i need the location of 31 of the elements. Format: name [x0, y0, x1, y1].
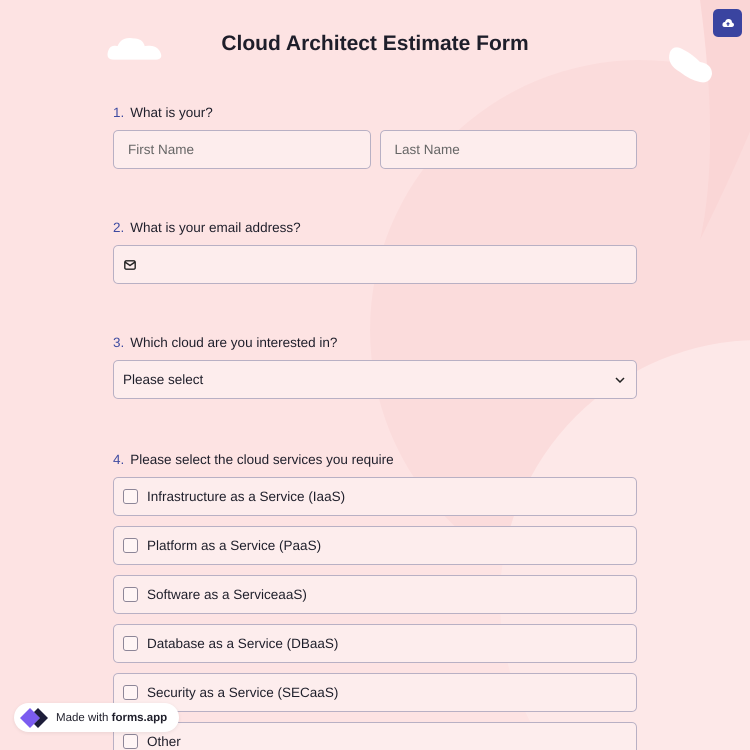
checkbox[interactable]	[123, 636, 138, 651]
question-label: What is your?	[130, 105, 213, 120]
made-with-badge[interactable]: Made with forms.app	[14, 703, 180, 732]
question-number: 1.	[113, 105, 124, 120]
checkbox[interactable]	[123, 734, 138, 749]
checkbox-option[interactable]: Database as a Service (DBaaS)	[113, 624, 637, 663]
logo-icon	[20, 706, 50, 728]
checkbox-option[interactable]: Infrastructure as a Service (IaaS)	[113, 477, 637, 516]
checkbox-option[interactable]: Security as a Service (SECaaS)	[113, 673, 637, 712]
checkbox[interactable]	[123, 538, 138, 553]
dropdown[interactable]: Please select	[113, 360, 637, 399]
question-number: 3.	[113, 335, 124, 350]
chevron-down-icon	[615, 376, 625, 382]
question-number: 2.	[113, 220, 124, 235]
cloud-upload-icon	[722, 18, 734, 28]
checkbox-option[interactable]: Other	[113, 722, 637, 750]
question-label: Which cloud are you interested in?	[130, 335, 338, 350]
input-field[interactable]: Last Name	[380, 130, 637, 169]
checkbox[interactable]	[123, 587, 138, 602]
email-field[interactable]	[113, 245, 637, 284]
upload-button[interactable]	[713, 9, 742, 37]
input-field[interactable]: First Name	[113, 130, 370, 169]
question-label: Please select the cloud services you require	[130, 452, 394, 467]
question-number: 4.	[113, 452, 124, 467]
checkbox-option[interactable]: Software as a ServiceaaS)	[113, 575, 637, 614]
mail-icon	[124, 260, 136, 270]
checkbox[interactable]	[123, 685, 138, 700]
checkbox[interactable]	[123, 489, 138, 504]
form-title: Cloud Architect Estimate Form	[221, 31, 529, 57]
checkbox-option[interactable]: Platform as a Service (PaaS)	[113, 526, 637, 565]
question-label: What is your email address?	[130, 220, 301, 235]
